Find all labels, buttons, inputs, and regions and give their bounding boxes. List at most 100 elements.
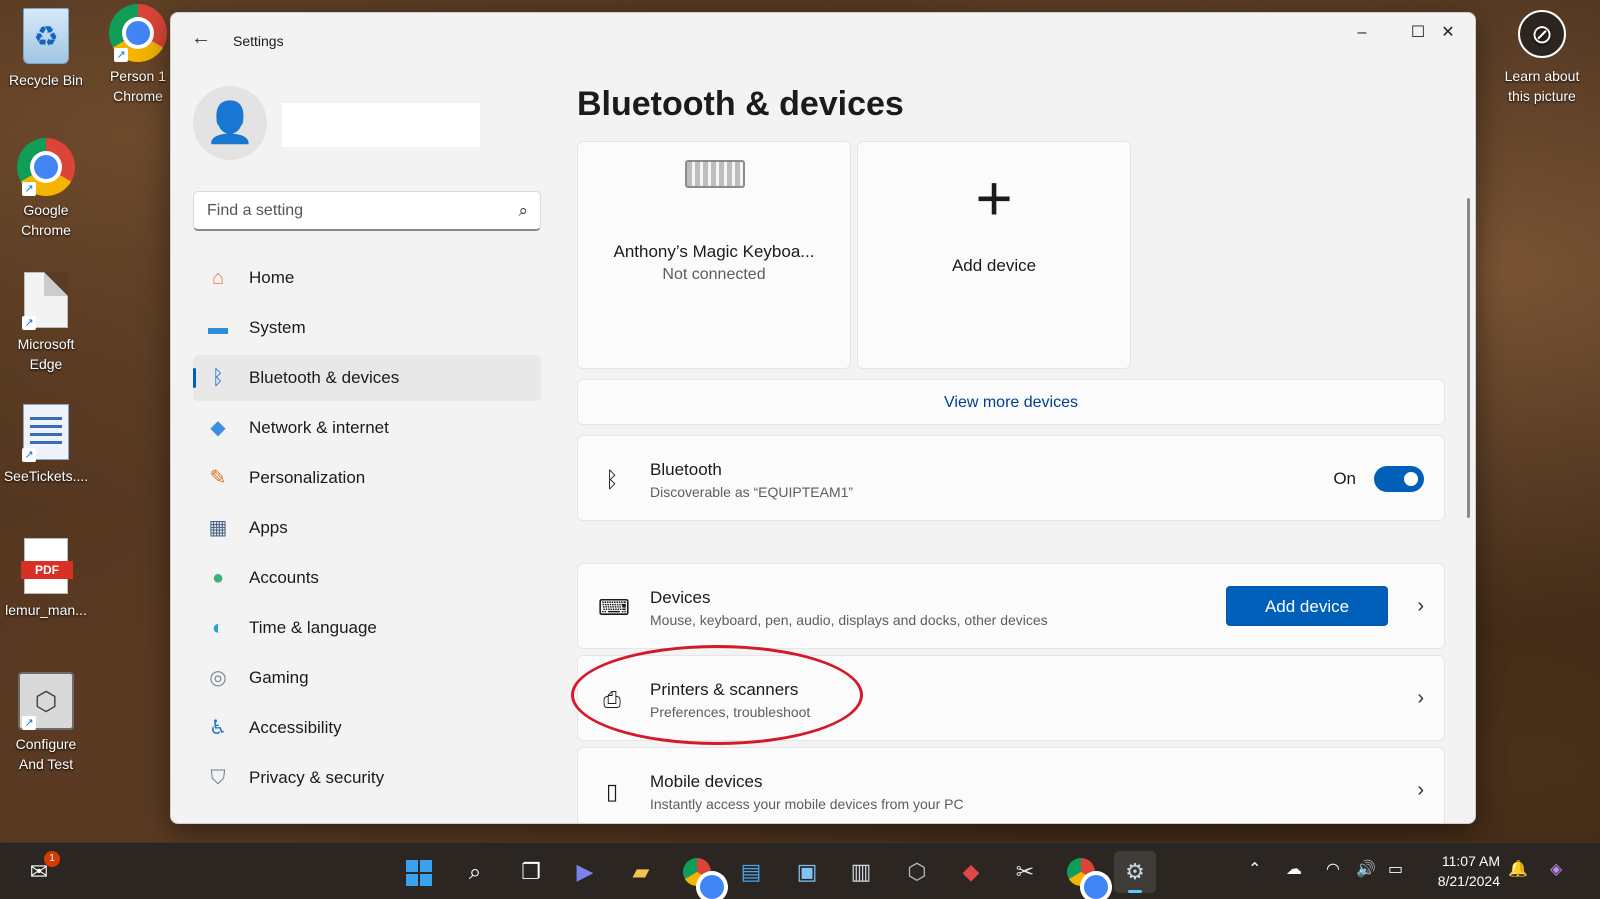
sidebar-item-system[interactable]: ▬ System (193, 305, 541, 351)
sidebar-item-label: Gaming (249, 668, 309, 687)
desktop-icon-recycle-bin[interactable]: ♻ Recycle Bin (0, 8, 92, 90)
sidebar-item-time-language[interactable]: ◐ Time & language (193, 605, 541, 651)
mobile-devices-row[interactable]: ▯ Mobile devices Instantly access your m… (577, 747, 1445, 823)
content-area: Anthony’s Magic Keyboa... Not connected … (577, 141, 1447, 823)
close-button[interactable]: ✕ (1419, 13, 1475, 53)
desktop-icon-configure-and-test[interactable]: ⬡ ↗ Configure And Test (0, 672, 92, 774)
device-tile-magic-keyboard[interactable]: Anthony’s Magic Keyboa... Not connected (577, 141, 851, 369)
desktop-icon-label-line2: And Test (18, 756, 74, 772)
desktop-icon-google-chrome[interactable]: ↗ Google Chrome (0, 138, 92, 240)
chevron-right-icon[interactable]: › (1417, 594, 1424, 618)
sidebar-item-home[interactable]: ⌂ Home (193, 255, 541, 301)
device-name: Anthony’s Magic Keyboa... (613, 242, 815, 261)
row-subtitle: Mouse, keyboard, pen, audio, displays an… (650, 612, 1048, 628)
desktop-icon-label: SeeTickets.... (3, 468, 89, 484)
search-input[interactable] (194, 192, 494, 230)
wifi-icon: ◆ (210, 417, 226, 439)
bluetooth-state-label: On (1333, 469, 1356, 488)
learn-line2: this picture (1508, 88, 1576, 104)
onedrive-cloud-icon[interactable]: ☁ (1286, 859, 1302, 879)
minimize-button[interactable]: – (1333, 13, 1391, 53)
sidebar-item-apps[interactable]: ▦ Apps (193, 505, 541, 551)
sidebar-item-label: Network & internet (249, 418, 389, 437)
scrollbar[interactable] (1467, 198, 1470, 518)
sidebar-item-label: Time & language (249, 618, 377, 637)
settings-app-icon[interactable]: ⚙ (1114, 851, 1156, 893)
chevron-right-icon[interactable]: › (1417, 686, 1424, 710)
home-icon: ⌂ (211, 267, 225, 289)
sidebar-item-bluetooth-devices[interactable]: ᛒ Bluetooth & devices (193, 355, 541, 401)
desktop-icon-microsoft-edge[interactable]: ↗ Microsoft Edge (0, 272, 92, 374)
notepad-icon[interactable]: ▤ (730, 851, 772, 893)
desktop-icon-label-line1: Google (23, 202, 69, 218)
wifi-tray-icon[interactable]: ◠ (1326, 859, 1340, 879)
search-icon[interactable]: ⌕ (518, 201, 528, 221)
notification-app-button[interactable]: ✉ 1 (18, 851, 60, 893)
document-app-icon[interactable]: ▥ (840, 851, 882, 893)
volume-icon[interactable]: 🔊 (1356, 859, 1376, 879)
file-explorer-icon[interactable]: ▰ (620, 851, 662, 893)
sidebar-item-label: System (249, 318, 306, 337)
globe-clock-icon: ◐ (211, 617, 225, 639)
avatar[interactable]: 👤 (193, 86, 267, 160)
copilot-icon[interactable]: ◈ (1550, 859, 1562, 879)
taskbar-chrome-icon[interactable] (676, 851, 724, 899)
sidebar-item-privacy-security[interactable]: ⛉ Privacy & security (193, 755, 541, 801)
desktop-icon-label: Recycle Bin (9, 72, 83, 88)
sidebar-nav: ⌂ Home ▬ System ᛒ Bluetooth & devices ◆ Network… (193, 255, 541, 805)
accounts-icon: ● (211, 567, 225, 589)
task-view-icon[interactable]: ❐ (510, 851, 552, 893)
add-device-tile[interactable]: + Add device (857, 141, 1131, 369)
keyboard-icon (685, 160, 745, 188)
notifications-bell-icon[interactable]: 🔔 (1508, 859, 1528, 879)
bluetooth-toggle[interactable] (1374, 466, 1424, 492)
sidebar-item-network-internet[interactable]: ◆ Network & internet (193, 405, 541, 451)
desktop-icon-label-line1: Microsoft (17, 336, 75, 352)
pdf-badge: PDF (21, 561, 73, 579)
add-device-button[interactable]: Add device (1226, 586, 1388, 626)
system-icon: ▬ (208, 317, 228, 339)
windows-logo-icon (406, 860, 432, 887)
desktop-icon-label-line2: Edge (29, 356, 63, 372)
row-subtitle: Discoverable as “EQUIPTEAM1” (650, 484, 854, 500)
gamepad-icon: ◎ (209, 667, 227, 689)
pen-tool-icon[interactable]: ◆ (950, 851, 992, 893)
plus-icon: + (975, 162, 1013, 234)
sidebar-item-label: Home (249, 268, 295, 287)
pdf-icon: PDF (21, 538, 73, 594)
device-status: Not connected (662, 266, 766, 283)
printer-icon: ⎙ (603, 687, 621, 712)
sidebar-item-gaming[interactable]: ◎ Gaming (193, 655, 541, 701)
row-title: Devices (650, 588, 711, 607)
photos-icon[interactable]: ▣ (786, 851, 828, 893)
printers-scanners-row[interactable]: ⎙ Printers & scanners Preferences, troub… (577, 655, 1445, 741)
show-hidden-icons-chevron-icon[interactable]: ⌃ (1248, 859, 1261, 879)
bluetooth-row: ᛒ Bluetooth Discoverable as “EQUIPTEAM1”… (577, 435, 1445, 521)
shield-icon: ⛉ (210, 767, 226, 789)
sidebar-item-accounts[interactable]: ● Accounts (193, 555, 541, 601)
sidebar-item-label: Privacy & security (249, 768, 385, 787)
configure-app-icon[interactable]: ⬡ (896, 851, 938, 893)
sidebar-item-personalization[interactable]: ✎ Personalization (193, 455, 541, 501)
accessibility-icon: ♿ (209, 717, 227, 739)
clock[interactable]: 11:07 AM 8/21/2024 (1420, 851, 1500, 891)
chevron-right-icon[interactable]: › (1417, 778, 1424, 802)
learn-about-picture[interactable]: ⊘ Learn about this picture (1496, 10, 1588, 106)
meet-icon[interactable]: ▶ (564, 851, 606, 893)
desktop-icon-seetickets[interactable]: ↗ SeeTickets.... (0, 404, 92, 486)
sidebar-item-accessibility[interactable]: ♿ Accessibility (193, 705, 541, 751)
row-title: Bluetooth (650, 460, 722, 479)
view-more-devices-link[interactable]: View more devices (577, 379, 1445, 425)
notification-badge: 1 (44, 851, 60, 867)
taskbar-search-icon[interactable]: ⌕ (454, 851, 496, 893)
start-button[interactable] (398, 851, 440, 893)
taskbar-chrome-profile-icon[interactable] (1060, 851, 1108, 899)
search-box[interactable]: ⌕ (193, 191, 541, 231)
battery-icon[interactable]: ▭ (1388, 859, 1403, 879)
shortcut-arrow-icon: ↗ (22, 716, 36, 730)
devices-icon: ⌨ (598, 595, 630, 620)
snipping-tool-icon[interactable]: ✂ (1004, 851, 1046, 893)
devices-row[interactable]: ⌨ Devices Mouse, keyboard, pen, audio, d… (577, 563, 1445, 649)
back-arrow-icon[interactable]: ← (189, 27, 213, 51)
desktop-icon-lemur-pdf[interactable]: PDF lemur_man... (0, 538, 92, 620)
